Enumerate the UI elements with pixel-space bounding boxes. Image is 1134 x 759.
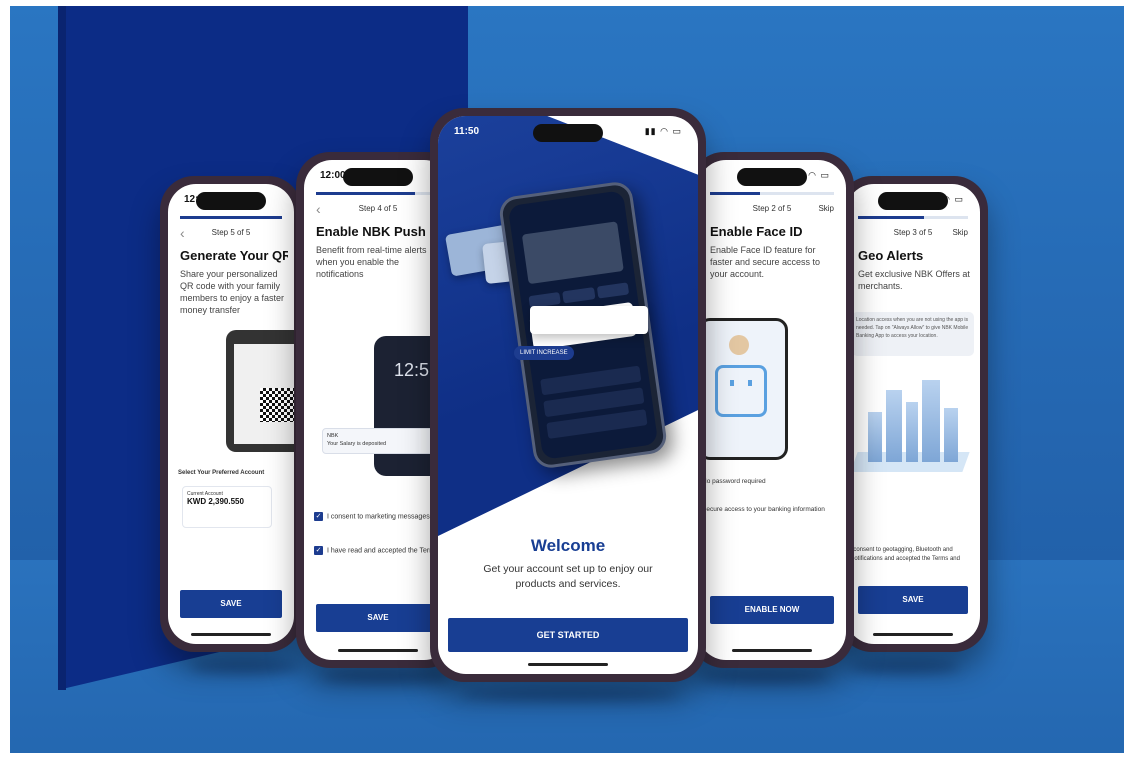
avatar bbox=[729, 335, 749, 355]
status-icons: ▮▮ ◠ ▭ bbox=[644, 126, 682, 136]
phone-shadow bbox=[850, 660, 960, 674]
consent-row[interactable]: ✓ I have read and accepted the Terms bbox=[314, 546, 448, 556]
welcome-description: Get your account set up to enjoy our pro… bbox=[483, 563, 653, 590]
save-button[interactable]: SAVE bbox=[180, 590, 282, 618]
phone-welcome: 11:50 ▮▮ ◠ ▭ LIMIT INCREASE Welcome Get … bbox=[430, 108, 706, 682]
notification-body: Your Salary is deposited bbox=[327, 441, 387, 447]
promo-stage: 12:00 ‹ Step 5 of 5 Generate Your QR Cod… bbox=[0, 0, 1134, 759]
notch bbox=[878, 192, 948, 210]
status-time: 12:00 bbox=[320, 170, 346, 181]
save-button[interactable]: SAVE bbox=[858, 586, 968, 614]
phone-qr-code: 12:00 ‹ Step 5 of 5 Generate Your QR Cod… bbox=[160, 176, 302, 652]
city-illustration bbox=[850, 372, 970, 472]
map-illustration bbox=[521, 221, 624, 285]
face-id-icon bbox=[715, 365, 767, 417]
phone-face-id: ▮▮ ◠ ▭ Step 2 of 5 Skip Enable Face ID E… bbox=[690, 152, 854, 668]
account-card[interactable]: Current Account KWD 2,390.550 bbox=[182, 486, 272, 528]
screen-description: Share your personalized QR code with you… bbox=[180, 269, 285, 315]
screen-title: Enable NBK Push Notifications bbox=[316, 224, 446, 239]
checkbox-checked-icon[interactable]: ✓ bbox=[314, 512, 323, 521]
step-indicator: Step 2 of 5 bbox=[752, 204, 792, 213]
notification-sender: NBK bbox=[327, 433, 339, 439]
notch bbox=[343, 168, 413, 186]
progress-bar bbox=[710, 192, 834, 195]
home-indicator bbox=[528, 663, 608, 666]
screen: ▮ ◠ ▭ Step 3 of 5 Skip Geo Alerts Get ex… bbox=[846, 184, 980, 644]
screen-title: Geo Alerts bbox=[858, 248, 924, 263]
progress-bar bbox=[316, 192, 440, 195]
account-amount: KWD 2,390.550 bbox=[187, 497, 244, 506]
screen-title: Enable Face ID bbox=[710, 224, 803, 239]
progress-bar bbox=[180, 216, 282, 219]
qr-code-icon bbox=[260, 388, 294, 422]
home-indicator bbox=[338, 649, 418, 652]
notch bbox=[533, 124, 603, 142]
section-label: Select Your Preferred Account bbox=[178, 470, 265, 476]
phone-shadow bbox=[700, 670, 830, 684]
consent-row[interactable]: ✓ I consent to marketing messages bbox=[314, 512, 448, 522]
screen-description: Get exclusive NBK Offers at merchants. bbox=[858, 269, 970, 291]
progress-bar bbox=[858, 216, 968, 219]
screen-description: Benefit from real-time alerts when you e… bbox=[316, 245, 427, 279]
get-started-button[interactable]: GET STARTED bbox=[448, 618, 688, 652]
feature-line: Secure access to your banking informatio… bbox=[702, 506, 825, 513]
screen: 11:50 ▮▮ ◠ ▭ LIMIT INCREASE Welcome Get … bbox=[438, 116, 698, 674]
status-time: 11:50 bbox=[454, 126, 480, 137]
face-id-phone-illustration bbox=[698, 318, 788, 460]
location-note: Location access when you are not using t… bbox=[852, 312, 974, 356]
consent-label: I consent to marketing messages bbox=[327, 513, 430, 521]
skip-link[interactable]: Skip bbox=[818, 204, 834, 213]
welcome-title: Welcome bbox=[530, 536, 606, 555]
consent-label: I have read and accepted the Terms bbox=[327, 547, 439, 555]
phone-shadow bbox=[320, 670, 450, 684]
step-indicator: Step 5 of 5 bbox=[211, 228, 251, 237]
balance-card-illustration bbox=[530, 306, 648, 334]
screen-title: Generate Your QR Code bbox=[180, 248, 288, 263]
phone-shadow bbox=[190, 660, 300, 674]
step-indicator: Step 4 of 5 bbox=[358, 204, 398, 213]
feature-line: No password required bbox=[702, 478, 766, 485]
home-indicator bbox=[732, 649, 812, 652]
enable-now-button[interactable]: ENABLE NOW bbox=[710, 596, 834, 624]
save-button[interactable]: SAVE bbox=[316, 604, 440, 632]
screen-description: Enable Face ID feature for faster and se… bbox=[710, 245, 821, 279]
home-indicator bbox=[873, 633, 953, 636]
skip-link[interactable]: Skip bbox=[952, 228, 968, 237]
qr-phone-illustration bbox=[226, 330, 294, 452]
notch bbox=[196, 192, 266, 210]
notch bbox=[737, 168, 807, 186]
lockscreen-clock: 12:5 bbox=[394, 360, 430, 380]
home-indicator bbox=[191, 633, 271, 636]
limit-increase-pill: LIMIT INCREASE bbox=[514, 346, 574, 360]
screen: ▮▮ ◠ ▭ Step 2 of 5 Skip Enable Face ID E… bbox=[698, 160, 846, 660]
screen: 12:00 ‹ Step 5 of 5 Generate Your QR Cod… bbox=[168, 184, 294, 644]
consent-text: I consent to geotagging, Bluetooth and N… bbox=[850, 547, 960, 562]
wall-edge bbox=[58, 0, 66, 690]
phone-shadow bbox=[460, 688, 680, 702]
checkbox-checked-icon[interactable]: ✓ bbox=[314, 546, 323, 555]
phone-geo-alerts: ▮ ◠ ▭ Step 3 of 5 Skip Geo Alerts Get ex… bbox=[838, 176, 988, 652]
